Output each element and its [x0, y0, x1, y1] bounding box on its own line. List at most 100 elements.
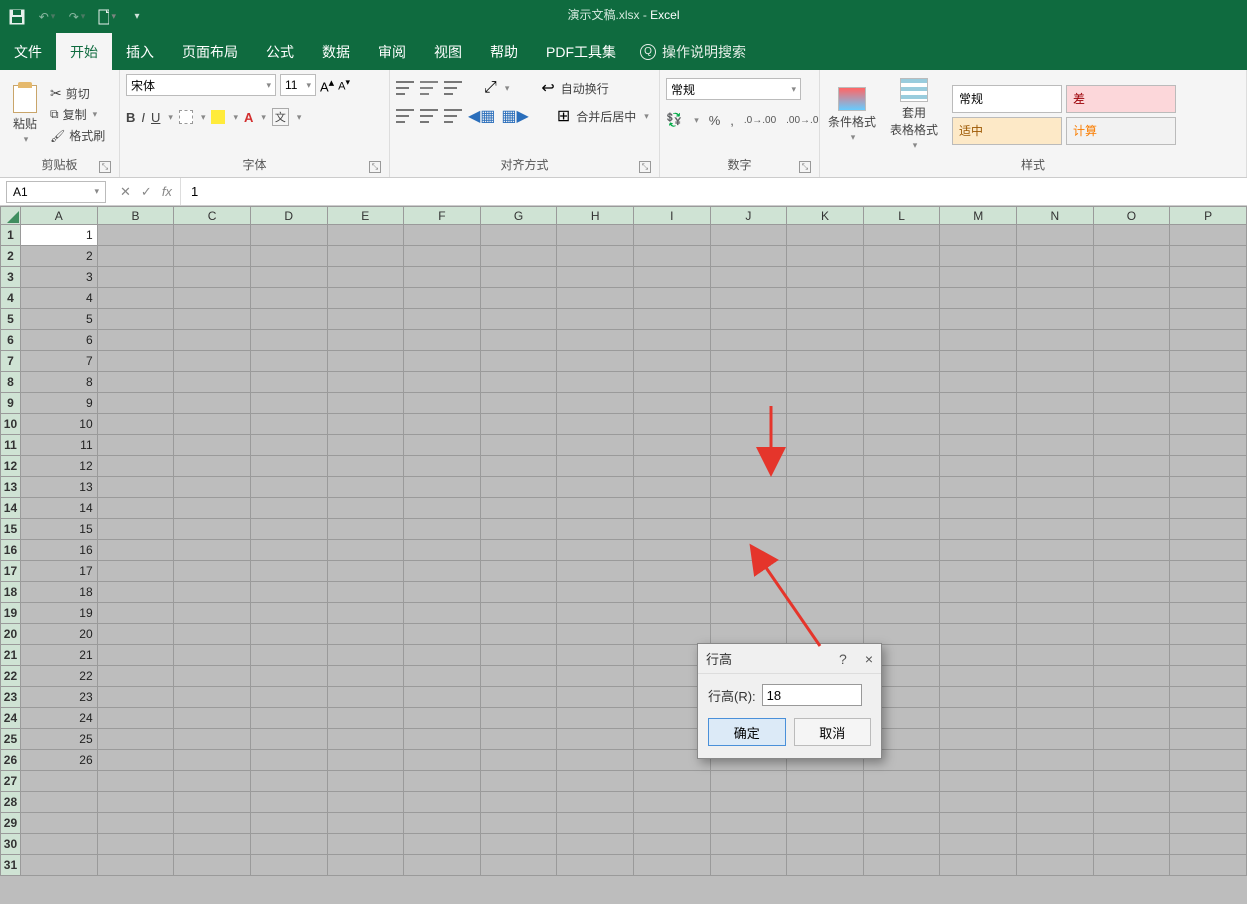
font-color-button[interactable]: A: [244, 110, 253, 125]
row-header[interactable]: 15: [1, 519, 21, 540]
cell[interactable]: [787, 330, 864, 351]
cell[interactable]: [1017, 351, 1094, 372]
cell[interactable]: [1093, 540, 1170, 561]
cell[interactable]: [710, 372, 787, 393]
cell[interactable]: 5: [20, 309, 97, 330]
cell[interactable]: [480, 624, 557, 645]
cell[interactable]: [1093, 330, 1170, 351]
select-all-corner[interactable]: [1, 207, 21, 225]
column-header[interactable]: I: [633, 207, 710, 225]
row-header[interactable]: 16: [1, 540, 21, 561]
cell[interactable]: [480, 729, 557, 750]
cell[interactable]: 17: [20, 561, 97, 582]
cell[interactable]: [710, 813, 787, 834]
cell[interactable]: [1017, 813, 1094, 834]
cell[interactable]: [557, 246, 634, 267]
cell[interactable]: [404, 393, 481, 414]
cell[interactable]: [940, 393, 1017, 414]
cell[interactable]: [97, 225, 174, 246]
cell[interactable]: [1170, 330, 1247, 351]
cell[interactable]: [1170, 225, 1247, 246]
cell[interactable]: [940, 834, 1017, 855]
column-header[interactable]: K: [787, 207, 864, 225]
tab-home[interactable]: 开始: [56, 33, 112, 70]
cell[interactable]: [174, 813, 251, 834]
cell[interactable]: [250, 414, 327, 435]
cell[interactable]: [250, 519, 327, 540]
cell[interactable]: [327, 309, 404, 330]
cell[interactable]: [1170, 351, 1247, 372]
cell[interactable]: [1170, 309, 1247, 330]
cell[interactable]: [327, 246, 404, 267]
cell[interactable]: [1017, 729, 1094, 750]
cell[interactable]: [710, 351, 787, 372]
dialog-help-icon[interactable]: ?: [839, 651, 847, 667]
undo-icon[interactable]: ↶▾: [38, 8, 56, 26]
cell[interactable]: [710, 855, 787, 876]
dialog-close-icon[interactable]: ×: [865, 651, 873, 667]
cell[interactable]: [250, 729, 327, 750]
cell[interactable]: [404, 582, 481, 603]
cell[interactable]: [787, 267, 864, 288]
cell[interactable]: [97, 330, 174, 351]
cell[interactable]: [327, 435, 404, 456]
row-header[interactable]: 23: [1, 687, 21, 708]
cell[interactable]: [1093, 687, 1170, 708]
cell[interactable]: [97, 813, 174, 834]
cell[interactable]: [250, 456, 327, 477]
cell[interactable]: [863, 414, 940, 435]
cell[interactable]: [327, 582, 404, 603]
cut-button[interactable]: ✂剪切: [50, 85, 105, 102]
cell[interactable]: [940, 246, 1017, 267]
cancel-entry-icon[interactable]: ✕: [120, 184, 131, 200]
cell[interactable]: [940, 267, 1017, 288]
cell[interactable]: [480, 435, 557, 456]
cell[interactable]: [787, 309, 864, 330]
cell[interactable]: [250, 603, 327, 624]
cell[interactable]: [863, 624, 940, 645]
cell[interactable]: 18: [20, 582, 97, 603]
cell[interactable]: [327, 813, 404, 834]
align-left-icon[interactable]: [396, 109, 414, 123]
cell[interactable]: [97, 855, 174, 876]
cell[interactable]: [1170, 813, 1247, 834]
cell[interactable]: [174, 435, 251, 456]
cell[interactable]: [97, 267, 174, 288]
cell[interactable]: [1170, 414, 1247, 435]
increase-font-icon[interactable]: A▴: [320, 76, 334, 94]
row-header[interactable]: 22: [1, 666, 21, 687]
cell[interactable]: [404, 792, 481, 813]
cell[interactable]: [787, 246, 864, 267]
row-header[interactable]: 30: [1, 834, 21, 855]
cell[interactable]: [174, 414, 251, 435]
cell[interactable]: [327, 771, 404, 792]
row-header[interactable]: 4: [1, 288, 21, 309]
cell[interactable]: [174, 225, 251, 246]
cell[interactable]: [787, 792, 864, 813]
cell[interactable]: 9: [20, 393, 97, 414]
cell[interactable]: 16: [20, 540, 97, 561]
cell[interactable]: [1093, 750, 1170, 771]
row-header[interactable]: 6: [1, 330, 21, 351]
cell[interactable]: [1170, 477, 1247, 498]
cell[interactable]: [940, 792, 1017, 813]
cell[interactable]: [1170, 771, 1247, 792]
cell[interactable]: [97, 435, 174, 456]
cell[interactable]: [940, 708, 1017, 729]
dialog-launcher-icon[interactable]: ⤡: [369, 161, 381, 173]
cell[interactable]: [863, 582, 940, 603]
cell[interactable]: [940, 561, 1017, 582]
cell[interactable]: 22: [20, 666, 97, 687]
cell[interactable]: [940, 771, 1017, 792]
cell[interactable]: [1017, 435, 1094, 456]
cell[interactable]: [557, 729, 634, 750]
cell[interactable]: [1170, 498, 1247, 519]
row-header[interactable]: 12: [1, 456, 21, 477]
cell[interactable]: [1093, 603, 1170, 624]
cancel-button[interactable]: 取消: [794, 718, 872, 746]
cell[interactable]: [480, 519, 557, 540]
column-header[interactable]: M: [940, 207, 1017, 225]
cell[interactable]: [1093, 834, 1170, 855]
cell[interactable]: [250, 750, 327, 771]
cell[interactable]: [327, 792, 404, 813]
